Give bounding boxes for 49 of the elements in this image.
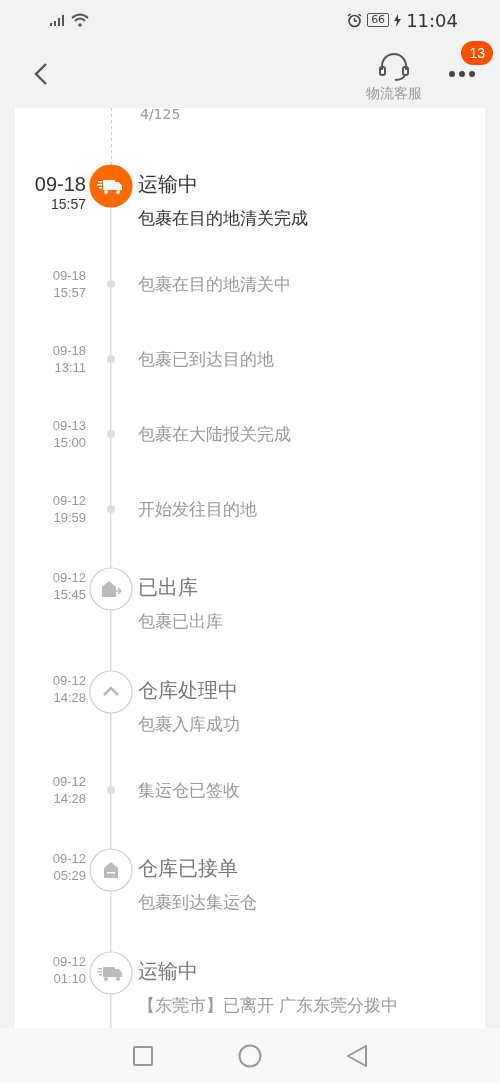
event-description: 包裹入库成功 xyxy=(138,713,240,736)
event-time: 19:59 xyxy=(53,509,86,526)
event-date: 09-18 xyxy=(34,172,86,196)
event-date: 09-12 xyxy=(52,850,86,867)
event-date: 09-12 xyxy=(52,953,86,970)
alarm-icon xyxy=(347,12,363,28)
event-time: 15:57 xyxy=(53,284,86,301)
event-description: 包裹在目的地清关中 xyxy=(138,273,291,296)
home-icon[interactable] xyxy=(238,1043,262,1068)
charging-icon xyxy=(394,13,402,27)
event-time: 13:11 xyxy=(54,359,86,376)
event-date: 09-12 xyxy=(52,492,86,509)
event-time: 15:00 xyxy=(53,434,86,451)
event-description: 包裹已出库 xyxy=(138,610,223,633)
signal-icon xyxy=(50,14,66,26)
event-date: 09-12 xyxy=(52,672,86,689)
event-date: 09-12 xyxy=(52,773,86,790)
event-time: 14:28 xyxy=(53,689,86,706)
event-time: 15:45 xyxy=(53,586,86,603)
event-date: 09-13 xyxy=(52,417,86,434)
event-description: 包裹到达集运仓 xyxy=(138,891,257,914)
battery-level: 66 xyxy=(367,13,390,27)
event-title: 仓库已接单 xyxy=(138,856,239,880)
event-title: 运输中 xyxy=(138,959,199,983)
headset-icon xyxy=(377,53,411,83)
service-button[interactable]: 物流客服 xyxy=(366,53,422,103)
event-date: 09-18 xyxy=(52,342,86,359)
event-description: 开始发往目的地 xyxy=(138,498,257,521)
notification-badge: 13 xyxy=(461,41,493,65)
event-time: 01:10 xyxy=(53,970,86,987)
event-time: 14:28 xyxy=(53,790,86,807)
event-date: 09-18 xyxy=(52,267,86,284)
event-date: 09-12 xyxy=(52,569,86,586)
event-description: 包裹在目的地清关完成 xyxy=(138,207,308,230)
event-description: 【东莞市】已离开 广东东莞分拨中 xyxy=(138,994,399,1017)
wifi-icon xyxy=(71,13,89,27)
recent-apps-icon[interactable] xyxy=(132,1044,154,1067)
event-time: 05:29 xyxy=(53,867,86,884)
more-icon xyxy=(448,70,476,78)
event-description: 包裹已到达目的地 xyxy=(138,348,274,371)
status-time: 11:04 xyxy=(406,9,458,31)
event-time: 15:57 xyxy=(50,196,86,213)
event-description: 集运仓已签收 xyxy=(138,779,240,802)
tracking-text: 4/125 xyxy=(140,108,181,124)
event-description: 包裹在大陆报关完成 xyxy=(138,423,291,446)
event-title: 运输中 xyxy=(138,172,199,196)
back-icon[interactable] xyxy=(346,1043,368,1068)
event-title: 已出库 xyxy=(138,575,199,599)
event-title: 仓库处理中 xyxy=(138,678,239,702)
